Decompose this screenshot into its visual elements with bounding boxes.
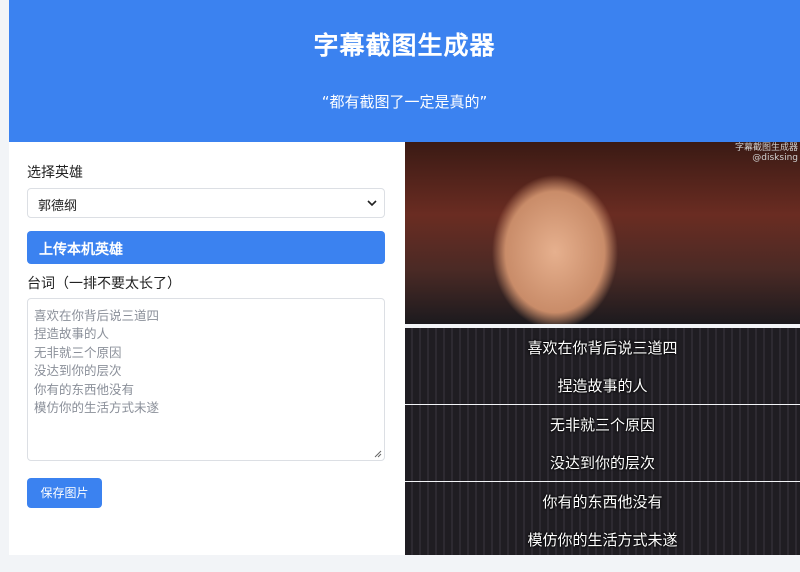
textarea-line: 捏造故事的人 bbox=[34, 326, 110, 342]
subtitle-line: 喜欢在你背后说三道四 bbox=[527, 339, 678, 357]
hero-label: 选择英雄 bbox=[27, 165, 83, 181]
textarea-line: 模仿你的生活方式未遂 bbox=[34, 400, 160, 416]
subtitle-strip: 喜欢在你背后说三道四 bbox=[405, 328, 800, 366]
subtitle-strip: 捏造故事的人 bbox=[405, 366, 800, 404]
watermark: 字幕截图生成器 @disksing bbox=[735, 143, 798, 163]
textarea-line: 没达到你的层次 bbox=[34, 363, 122, 379]
resize-grip-icon[interactable] bbox=[374, 450, 382, 458]
lines-textarea[interactable]: 喜欢在你背后说三道四 捏造故事的人 无非就三个原因 没达到你的层次 你有的东西他… bbox=[27, 298, 385, 461]
textarea-line: 喜欢在你背后说三道四 bbox=[34, 308, 160, 323]
chevron-down-icon bbox=[367, 200, 377, 207]
subtitle-line: 无非就三个原因 bbox=[549, 416, 655, 434]
textarea-line: 你有的东西他没有 bbox=[34, 381, 135, 397]
editor-panel: 选择英雄 郭德纲 上传本机英雄 台词（一排不要太长了） 喜欢在你背后说三道四 捏… bbox=[9, 142, 405, 555]
page-subtitle: “都有截图了一定是真的” bbox=[321, 93, 488, 111]
lines-label: 台词（一排不要太长了） bbox=[27, 276, 181, 292]
page-header: 字幕截图生成器 “都有截图了一定是真的” bbox=[9, 0, 800, 142]
subtitle-strip: 没达到你的层次 bbox=[405, 443, 800, 481]
subtitle-line: 没达到你的层次 bbox=[549, 454, 655, 472]
page-title: 字幕截图生成器 bbox=[313, 31, 496, 60]
hero-select[interactable]: 郭德纲 bbox=[27, 188, 385, 218]
subtitle-line: 模仿你的生活方式未遂 bbox=[527, 531, 678, 549]
hero-select-value: 郭德纲 bbox=[38, 199, 78, 214]
subtitle-line: 你有的东西他没有 bbox=[542, 493, 663, 511]
subtitle-strip: 模仿你的生活方式未遂 bbox=[405, 520, 800, 555]
watermark-title: 字幕截图生成器 bbox=[734, 143, 798, 153]
preview-panel: 字幕截图生成器 @disksing 喜欢在你背后说三道四 捏造故事的人 无非就三… bbox=[405, 142, 800, 555]
upload-hero-button[interactable]: 上传本机英雄 bbox=[27, 231, 385, 264]
subtitle-line: 捏造故事的人 bbox=[557, 377, 648, 395]
subtitle-strip: 无非就三个原因 bbox=[405, 405, 800, 443]
subtitle-strip: 你有的东西他没有 bbox=[405, 482, 800, 520]
watermark-handle: @disksing bbox=[752, 153, 798, 163]
textarea-line: 无非就三个原因 bbox=[34, 344, 122, 360]
hero-photo bbox=[405, 142, 800, 324]
save-image-button[interactable]: 保存图片 bbox=[27, 478, 102, 508]
